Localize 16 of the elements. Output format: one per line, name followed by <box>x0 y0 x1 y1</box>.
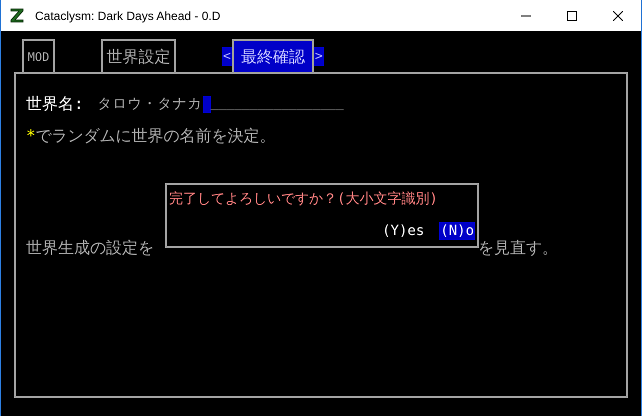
tab[interactable]: MOD <box>22 39 55 72</box>
tab[interactable]: 世界設定 <box>101 39 176 72</box>
window-title: Cataclysm: Dark Days Ahead - 0.D <box>35 8 220 24</box>
settings-text: を見直す。 <box>478 237 558 259</box>
maximize-icon <box>567 10 577 20</box>
dialog-button[interactable]: (Y)es <box>381 222 426 240</box>
key-hint: * <box>26 125 36 147</box>
hint-text: でランダムに世界の名前を決定。 <box>36 125 276 147</box>
dialog-message: 完了してよろしいですか？(大小文字識別) <box>169 190 439 209</box>
app-icon <box>9 8 25 24</box>
settings-text: 世界生成の設定を <box>26 237 154 259</box>
tab[interactable]: 最終確認 <box>232 39 314 72</box>
field-label: 世界名: <box>26 93 84 115</box>
dialog-button[interactable]: (N)o <box>439 222 475 240</box>
name-field[interactable]: タロウ・タナカ _________________ <box>98 94 344 114</box>
close-icon <box>613 10 623 20</box>
